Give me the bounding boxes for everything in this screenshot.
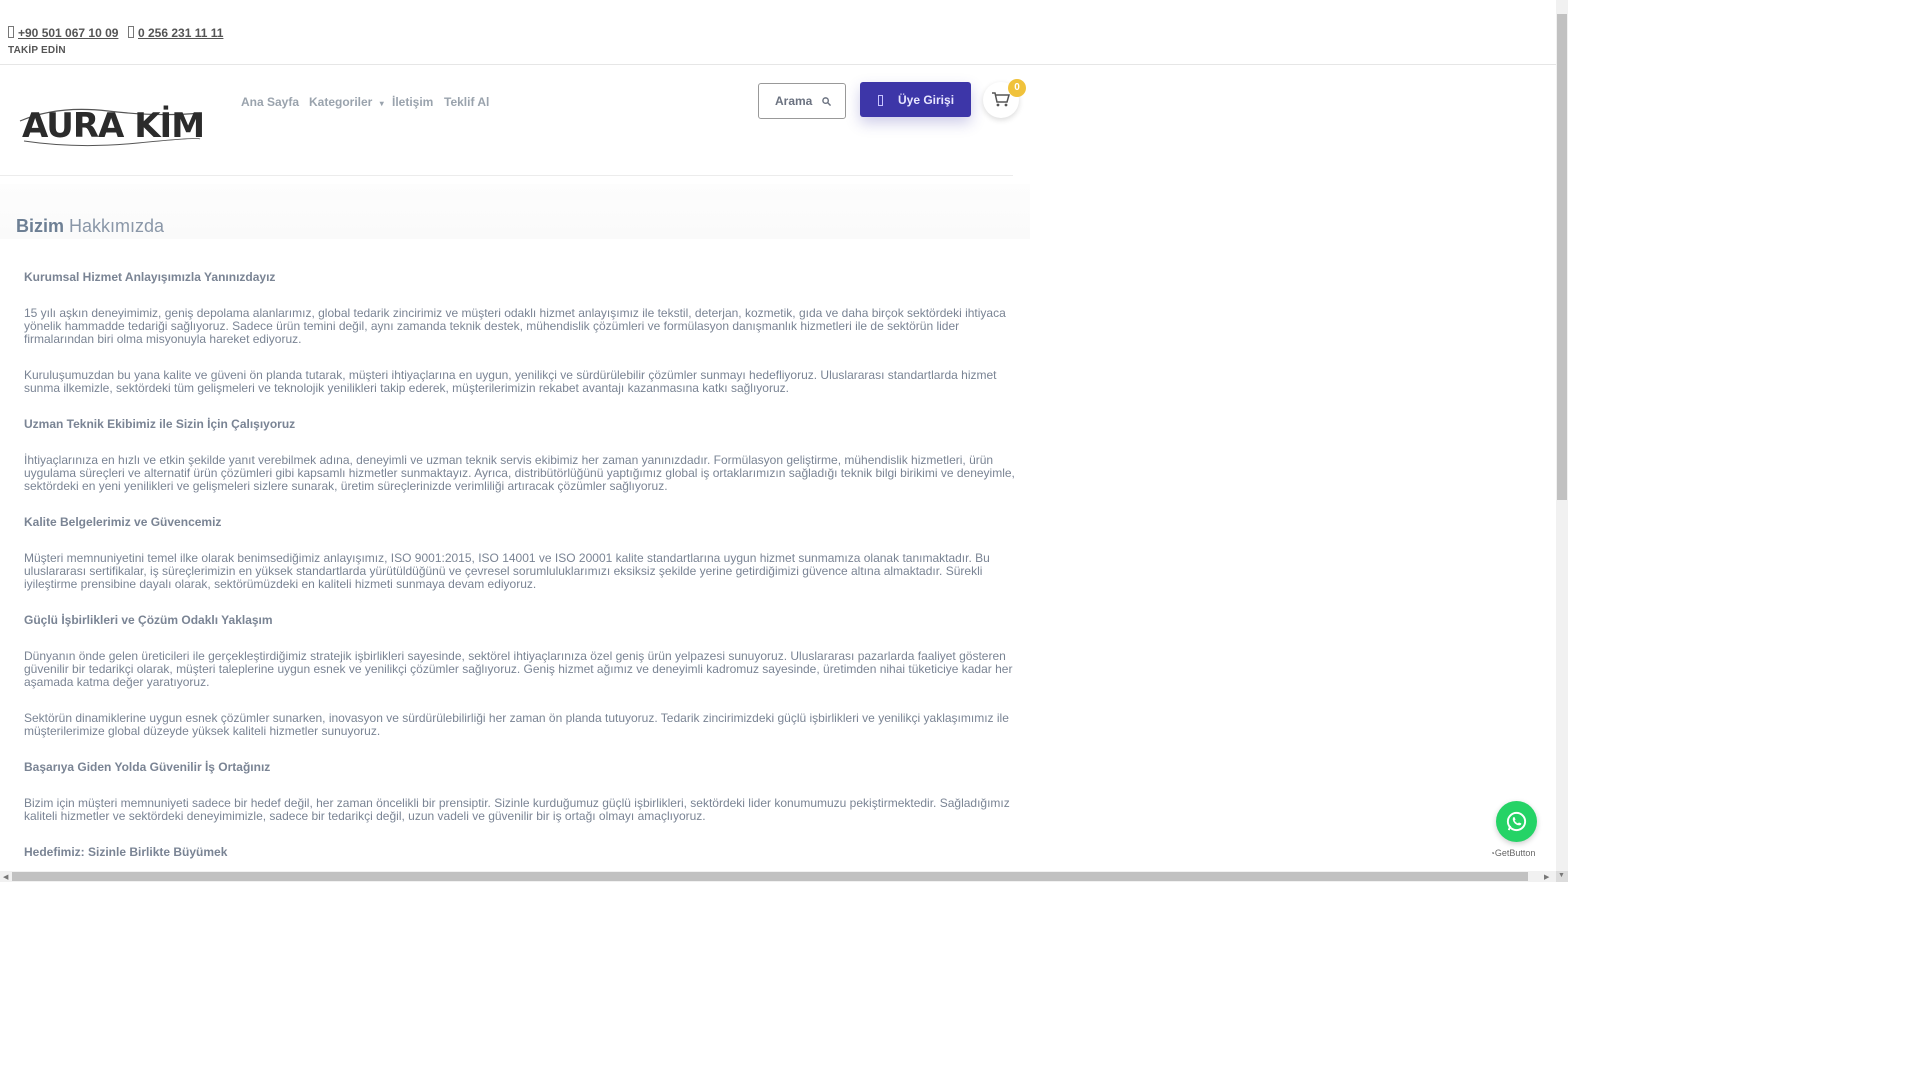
vertical-scrollbar-thumb[interactable] — [1557, 14, 1567, 500]
whatsapp-button[interactable] — [1496, 801, 1537, 842]
logo-text: AURA KİMYA — [22, 105, 202, 146]
follow-us-label: TAKİP EDİN — [8, 45, 66, 56]
nav-quote[interactable]: Teklif Al — [444, 95, 489, 109]
about-content: Kurumsal Hizmet Anlayışımızla Yanınızday… — [24, 271, 1024, 882]
whatsapp-icon — [1506, 811, 1527, 832]
member-login-label: Üye Girişi — [898, 93, 955, 107]
chevron-down-icon: ▾ — [379, 99, 384, 108]
search-button[interactable]: Arama — [758, 83, 846, 119]
phone-mobile[interactable]: +90 501 067 10 09 — [8, 26, 118, 40]
nav-categories-label: Kategoriler — [309, 95, 373, 109]
paragraph: Müşteri memnuniyetini temel ilke olarak … — [24, 551, 990, 591]
paragraph: 15 yılı aşkın deneyimimiz, geniş depolam… — [24, 306, 1006, 346]
getbutton-text: GetButton — [1494, 848, 1536, 858]
nav-categories[interactable]: Kategoriler ▾ — [309, 95, 384, 109]
section-heading: Kalite Belgelerimiz ve Güvencemiz — [24, 515, 222, 529]
search-button-label: Arama — [775, 94, 813, 108]
scroll-down-arrow-icon[interactable]: ▼ — [1558, 872, 1565, 879]
page-title: Bizim Hakkımızda — [16, 216, 164, 237]
section-heading: Güçlü İşbirlikleri ve Çözüm Odaklı Yakla… — [24, 613, 273, 627]
phone-landline[interactable]: 0 256 231 11 11 — [128, 26, 223, 40]
scroll-right-arrow-icon[interactable]: ▶ — [1544, 873, 1549, 881]
mobile-phone-icon — [8, 26, 14, 38]
section-heading: Hedefimiz: Sizinle Birlikte Büyümek — [24, 845, 228, 859]
paragraph: Bizim için müşteri memnuniyeti sadece bi… — [24, 796, 1010, 823]
section-heading: Kurumsal Hizmet Anlayışımızla Yanınızday… — [24, 270, 276, 284]
paragraph: İhtiyaçlarınıza en hızlı ve etkin şekild… — [24, 453, 1015, 493]
page-title-rest: Hakkımızda — [64, 216, 165, 236]
shopping-cart-icon — [992, 92, 1010, 107]
scroll-left-arrow-icon[interactable]: ◀ — [3, 873, 8, 881]
member-login-button[interactable]: Üye Girişi — [860, 82, 971, 117]
getbutton-label[interactable]: ◔GetButton — [1490, 848, 1535, 858]
cart-count-badge: 0 — [1008, 79, 1026, 97]
vertical-scrollbar[interactable] — [1556, 0, 1568, 871]
phone-landline-link[interactable]: 0 256 231 11 11 — [138, 26, 223, 40]
paragraph: Sektörün dinamiklerine uygun esnek çözüm… — [24, 711, 1009, 738]
nav-home[interactable]: Ana Sayfa — [241, 95, 299, 109]
section-heading: Uzman Teknik Ekibimiz ile Sizin İçin Çal… — [24, 417, 296, 431]
logo-graphic: AURA KİMYA — [19, 105, 252, 147]
horizontal-scrollbar-thumb[interactable] — [12, 872, 1528, 881]
user-icon — [878, 95, 883, 106]
phone-icon — [128, 26, 134, 38]
site-header: AURA KİMYA Ana Sayfa Kategoriler ▾ İleti… — [0, 65, 1026, 176]
section-heading: Başarıya Giden Yolda Güvenilir İş Ortağı… — [24, 760, 271, 774]
site-logo[interactable]: AURA KİMYA — [18, 91, 252, 149]
paragraph: Dünyanın önde gelen üreticileri ile gerç… — [24, 649, 1013, 689]
page-title-bold: Bizim — [16, 216, 65, 236]
horizontal-scrollbar[interactable] — [0, 871, 1556, 882]
nav-contact[interactable]: İletişim — [392, 95, 433, 109]
top-bar: +90 501 067 10 09 0 256 231 11 11 TAKİP … — [0, 0, 1556, 65]
phone-mobile-link[interactable]: +90 501 067 10 09 — [18, 26, 118, 40]
paragraph: Kuruluşumuzdan bu yana kalite ve güveni … — [24, 368, 997, 395]
search-icon — [822, 97, 831, 106]
